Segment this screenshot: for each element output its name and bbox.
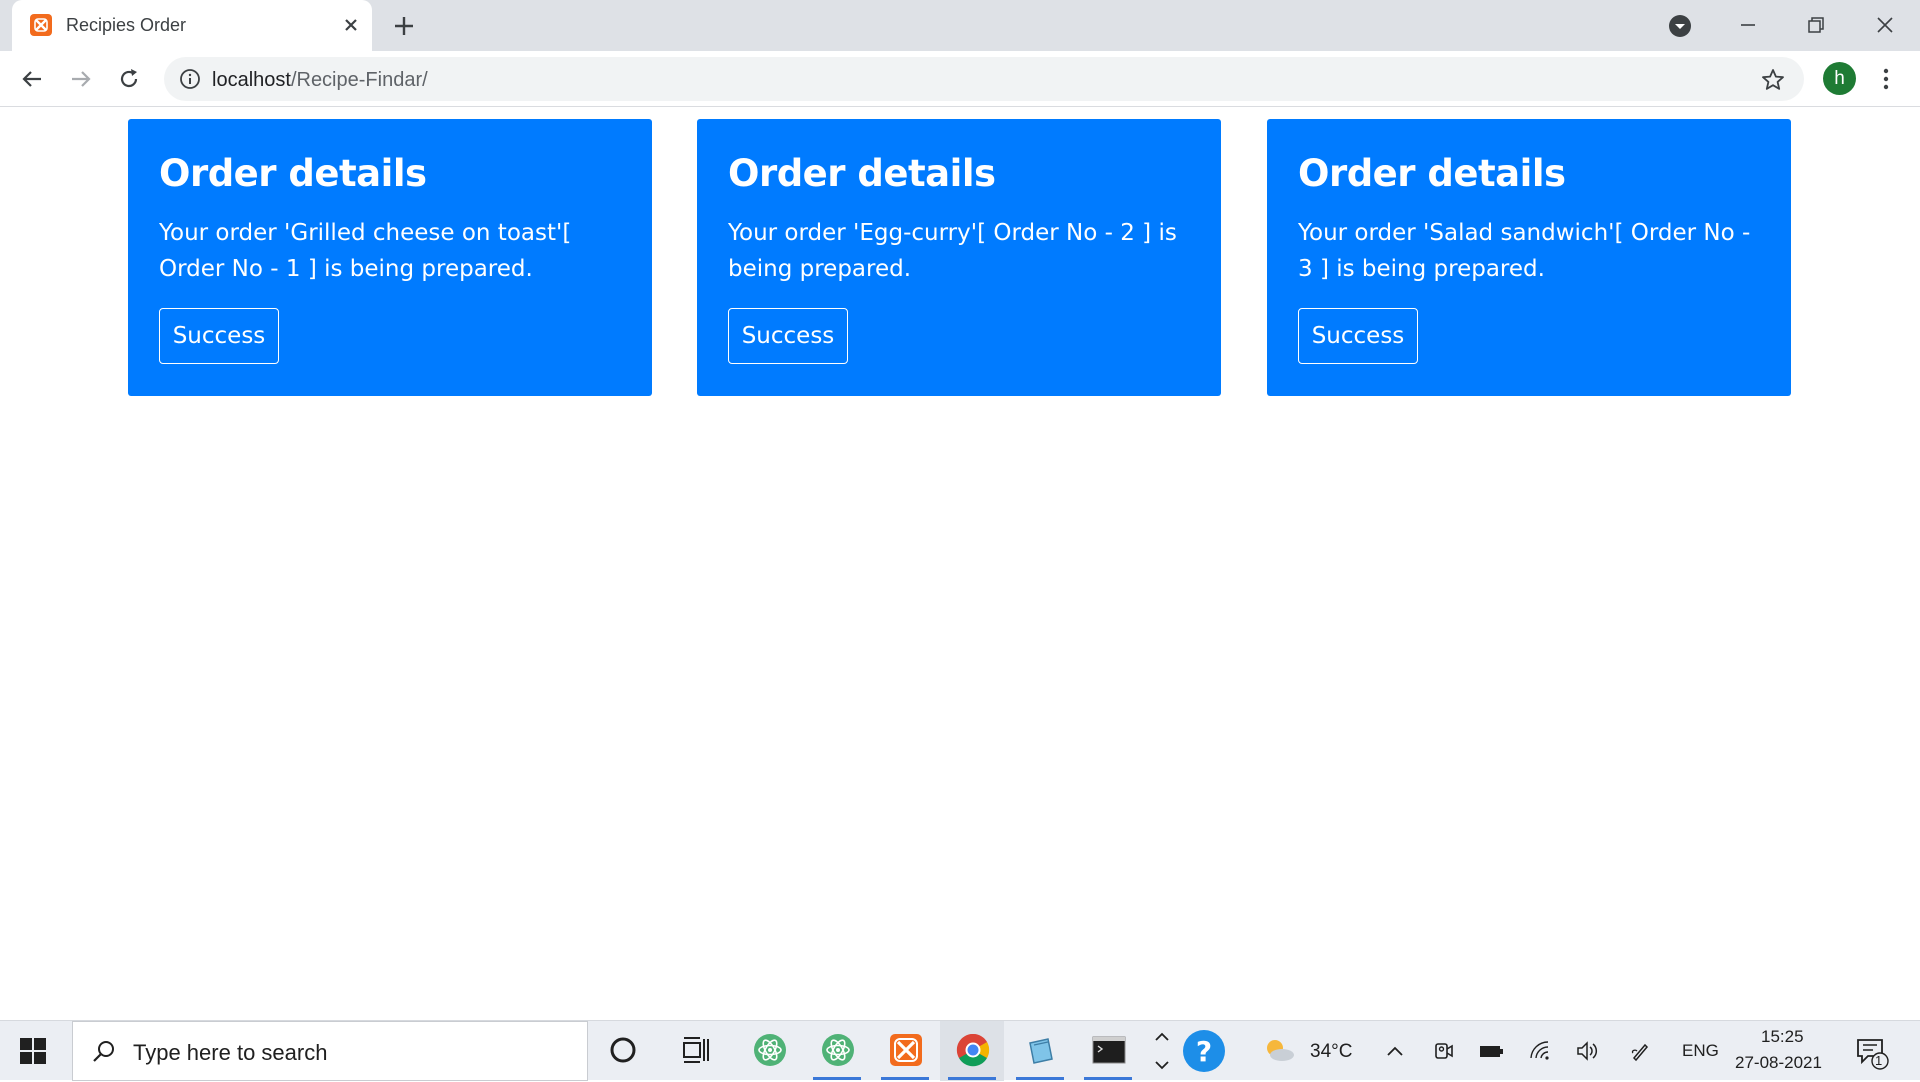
url-host: localhost — [212, 69, 291, 91]
xampp-app-button[interactable] — [873, 1021, 937, 1081]
order-card-text: Your order 'Egg-curry'[ Order No - 2 ] i… — [728, 220, 1177, 282]
help-icon[interactable]: ? — [1182, 1029, 1226, 1073]
back-icon[interactable] — [17, 64, 47, 94]
bookmark-star-icon[interactable] — [1760, 67, 1786, 93]
battery-icon[interactable] — [1478, 1039, 1503, 1063]
volume-icon[interactable] — [1575, 1039, 1599, 1063]
tab-title: Recipies Order — [66, 15, 187, 35]
task-view-button[interactable] — [663, 1021, 727, 1081]
restore-icon[interactable] — [1801, 10, 1831, 40]
url-path: /Recipe-Findar/ — [290, 69, 428, 91]
reload-icon[interactable] — [114, 64, 144, 94]
atom-app-button-2[interactable] — [805, 1021, 869, 1081]
tab-strip: Recipies Order — [0, 0, 1920, 51]
chrome-app-button[interactable] — [940, 1021, 1004, 1081]
cortana-button[interactable] — [590, 1021, 654, 1081]
browser-toolbar: localhost/Recipe-Findar/ h — [0, 51, 1920, 107]
wifi-icon[interactable] — [1528, 1039, 1552, 1063]
forward-icon[interactable] — [66, 64, 96, 94]
terminal-app-button[interactable] — [1076, 1021, 1140, 1081]
show-hidden-icons-icon[interactable] — [1383, 1039, 1407, 1063]
clock-date[interactable]: 27-08-2021 — [1735, 1053, 1822, 1073]
terminal-icon — [1092, 1033, 1126, 1067]
language-indicator[interactable]: ENG — [1682, 1041, 1719, 1061]
atom-icon — [753, 1033, 787, 1067]
browser-tab-active[interactable]: Recipies Order — [12, 0, 372, 51]
notepad-icon — [1024, 1033, 1058, 1067]
url-text: localhost/Recipe-Findar/ — [212, 69, 428, 92]
xampp-icon — [889, 1033, 923, 1067]
new-tab-icon[interactable] — [390, 12, 418, 40]
taskbar: Type here to search ? 34°C ENG 15:25 27-… — [0, 1020, 1920, 1081]
task-view-icon — [679, 1033, 713, 1067]
search-placeholder: Type here to search — [133, 1040, 328, 1065]
site-info-icon[interactable] — [179, 68, 201, 90]
order-card-text: Your order 'Grilled cheese on toast'[ Or… — [159, 220, 572, 282]
weather-icon[interactable] — [1262, 1035, 1296, 1065]
success-button[interactable]: Success — [159, 308, 279, 364]
xampp-favicon-icon — [30, 14, 52, 36]
camera-icon[interactable] — [1432, 1039, 1456, 1063]
atom-app-button[interactable] — [737, 1021, 801, 1081]
pen-icon[interactable] — [1629, 1039, 1653, 1063]
profile-avatar[interactable]: h — [1823, 62, 1856, 95]
chevron-down-icon[interactable] — [1150, 1053, 1174, 1077]
order-card-title: Order details — [728, 152, 996, 195]
chevron-up-icon[interactable] — [1150, 1025, 1174, 1049]
svg-text:?: ? — [1196, 1035, 1212, 1068]
atom-icon — [821, 1033, 855, 1067]
order-card-title: Order details — [159, 152, 427, 195]
notification-icon[interactable] — [1856, 1037, 1890, 1071]
search-icon — [93, 1041, 114, 1062]
close-window-icon[interactable] — [1870, 10, 1900, 40]
browser-menu-icon[interactable] — [1874, 64, 1898, 94]
address-bar[interactable]: localhost/Recipe-Findar/ — [164, 57, 1804, 101]
success-button[interactable]: Success — [728, 308, 848, 364]
taskbar-search-input[interactable]: Type here to search — [72, 1021, 588, 1081]
notes-app-button[interactable] — [1008, 1021, 1072, 1081]
order-card: Order details Your order 'Egg-curry'[ Or… — [697, 119, 1221, 396]
order-card: Order details Your order 'Salad sandwich… — [1267, 119, 1791, 396]
temperature-text[interactable]: 34°C — [1310, 1041, 1352, 1063]
windows-start-icon[interactable] — [20, 1038, 46, 1064]
tab-search-icon[interactable] — [1668, 14, 1692, 38]
cortana-icon — [606, 1033, 640, 1067]
clock-time[interactable]: 15:25 — [1761, 1027, 1804, 1047]
order-card-text: Your order 'Salad sandwich'[ Order No - … — [1298, 220, 1751, 282]
notification-count: 1 — [1875, 1053, 1883, 1068]
order-card: Order details Your order 'Grilled cheese… — [128, 119, 652, 396]
page-content: Order details Your order 'Grilled cheese… — [0, 108, 1920, 1020]
minimize-icon[interactable] — [1733, 10, 1763, 40]
chrome-icon — [956, 1033, 990, 1067]
success-button[interactable]: Success — [1298, 308, 1418, 364]
close-tab-icon[interactable] — [338, 12, 364, 38]
order-card-title: Order details — [1298, 152, 1566, 195]
